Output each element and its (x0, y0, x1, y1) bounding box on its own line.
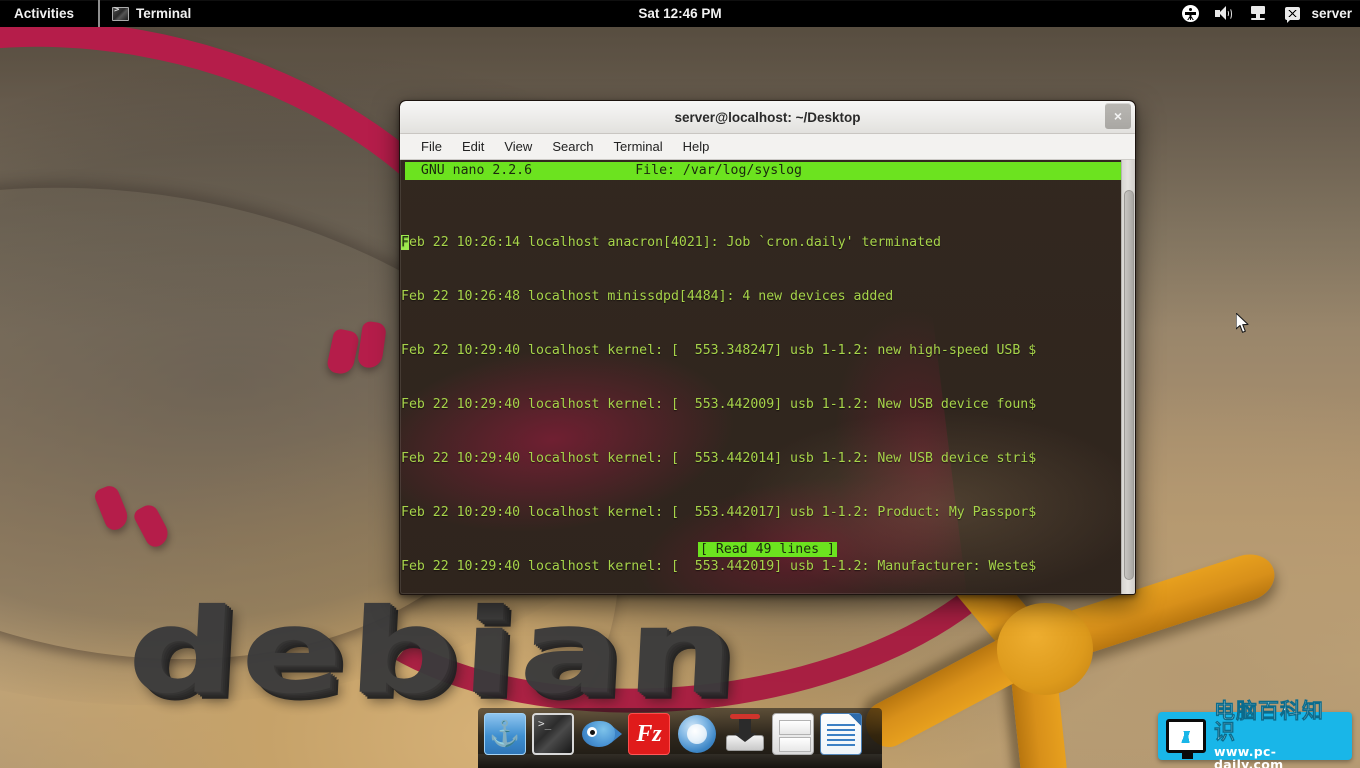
display-icon[interactable] (1249, 5, 1267, 23)
menubar: File Edit View Search Terminal Help (400, 134, 1135, 160)
menu-item-search[interactable]: Search (542, 134, 603, 160)
dock (478, 708, 882, 768)
text-cursor: F (401, 235, 409, 250)
window-titlebar[interactable]: server@localhost: ~/Desktop × (400, 101, 1135, 134)
user-menu-icon[interactable] (1283, 5, 1301, 23)
terminal-content[interactable]: GNU nano 2.2.6 File: /var/log/syslog Feb… (400, 160, 1135, 594)
bluefish-fish-icon[interactable] (580, 713, 622, 755)
menu-item-file[interactable]: File (411, 134, 452, 160)
nano-line-text: Feb 22 10:29:40 localhost kernel: [ 553.… (401, 451, 1037, 466)
window-title: server@localhost: ~/Desktop (674, 109, 861, 125)
menu-item-terminal[interactable]: Terminal (604, 134, 673, 160)
monitor-pulse-icon (1166, 719, 1206, 759)
nano-line-text: eb 22 10:26:14 localhost anacron[4021]: … (408, 235, 941, 250)
nano-line: Feb 22 10:26:48 localhost minissdpd[4484… (401, 288, 1125, 306)
starfish-body (997, 603, 1093, 695)
nano-line-text: Feb 22 10:29:40 localhost kernel: [ 553.… (401, 343, 1037, 358)
volume-icon[interactable] (1215, 5, 1233, 23)
activities-button[interactable]: Activities (0, 0, 86, 27)
username-label[interactable]: server (1311, 6, 1352, 21)
top-panel: Activities Terminal Sat 12:46 PM server (0, 0, 1360, 27)
menu-item-view[interactable]: View (494, 134, 542, 160)
terminal-window[interactable]: server@localhost: ~/Desktop × File Edit … (399, 100, 1136, 595)
watermark-url: www.pc-daily.com (1214, 744, 1284, 768)
nano-line: Feb 22 10:29:40 localhost kernel: [ 553.… (401, 450, 1125, 468)
nano-line-text: Feb 22 10:26:48 localhost minissdpd[4484… (401, 289, 894, 304)
file-manager-icon[interactable] (772, 713, 814, 755)
libreoffice-writer-icon[interactable] (820, 713, 862, 755)
terminal-icon[interactable] (532, 713, 574, 755)
menu-item-help[interactable]: Help (673, 134, 720, 160)
cairo-dock-anchor-icon[interactable] (484, 713, 526, 755)
chromium-icon[interactable] (676, 713, 718, 755)
nano-line: Feb 22 10:29:40 localhost kernel: [ 553.… (401, 342, 1125, 360)
nano-line-text: Feb 22 10:29:40 localhost kernel: [ 553.… (401, 397, 1037, 412)
filezilla-icon[interactable] (628, 713, 670, 755)
nano-text-area[interactable]: Feb 22 10:26:14 localhost anacron[4021]:… (401, 198, 1125, 594)
nano-status-text: [ Read 49 lines ] (698, 542, 837, 557)
nano-title-bar: GNU nano 2.2.6 File: /var/log/syslog (405, 162, 1121, 180)
clock[interactable]: Sat 12:46 PM (0, 6, 1360, 21)
app-menu-label: Terminal (136, 6, 192, 21)
status-area: server (1181, 0, 1352, 27)
close-button[interactable]: × (1105, 103, 1131, 129)
nano-status-bar: [ Read 49 lines ] (400, 540, 1135, 559)
nano-line: Feb 22 10:26:14 localhost anacron[4021]:… (401, 234, 1125, 252)
watermark: 电脑百科知识 www.pc-daily.com (1158, 700, 1352, 768)
terminal-icon (112, 5, 130, 21)
nano-line-text: Feb 22 10:29:40 localhost kernel: [ 553.… (401, 505, 1037, 520)
scrollbar-thumb[interactable] (1124, 190, 1134, 580)
nano-line: Feb 22 10:29:40 localhost kernel: [ 553.… (401, 396, 1125, 414)
terminal-scrollbar[interactable] (1121, 160, 1135, 594)
app-menu-terminal[interactable]: Terminal (98, 0, 203, 27)
nano-line: Feb 22 10:29:40 localhost kernel: [ 553.… (401, 504, 1125, 522)
download-manager-icon[interactable] (724, 713, 766, 755)
menu-item-edit[interactable]: Edit (452, 134, 494, 160)
desktop[interactable]: debian Activities Terminal Sat 12:46 PM … (0, 0, 1360, 768)
accessibility-icon[interactable] (1181, 5, 1199, 23)
wallpaper-debian-logotype: debian (124, 584, 744, 720)
watermark-chinese-text: 电脑百科知识 (1214, 699, 1324, 744)
nano-shortcut-bar: ^G Get Help ^O WriteOut ^R Read File ^Y … (401, 568, 1125, 594)
